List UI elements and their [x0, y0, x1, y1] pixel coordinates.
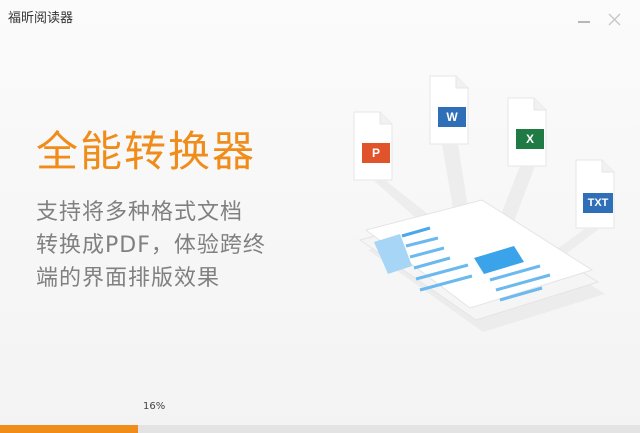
- app-title: 福昕阅读器: [8, 11, 74, 26]
- conversion-illustration: P W X TXT: [330, 70, 630, 400]
- title-bar: 福昕阅读器: [0, 0, 640, 34]
- close-button[interactable]: [604, 8, 626, 30]
- description-line: 支持将多种格式文档: [36, 200, 244, 225]
- progress-label: 16%: [143, 401, 166, 412]
- pdf-document-stack: [358, 199, 605, 332]
- word-badge: W: [438, 107, 466, 127]
- progress-fill: [0, 425, 139, 433]
- feature-headline: 全能转换器: [36, 127, 257, 176]
- ppt-badge: P: [362, 143, 390, 163]
- description-line: 端的界面排版效果: [36, 266, 221, 291]
- progress-bar: [0, 425, 640, 433]
- description-line: 转换成PDF，体验跨终: [36, 233, 266, 258]
- minimize-button[interactable]: [574, 8, 596, 30]
- minimize-icon: [578, 21, 590, 23]
- txt-badge: TXT: [583, 193, 613, 213]
- feature-description: 支持将多种格式文档 转换成PDF，体验跨终 端的界面排版效果: [36, 196, 316, 295]
- documents-illustration: [353, 75, 615, 332]
- close-icon: [608, 13, 621, 26]
- excel-badge: X: [516, 129, 544, 149]
